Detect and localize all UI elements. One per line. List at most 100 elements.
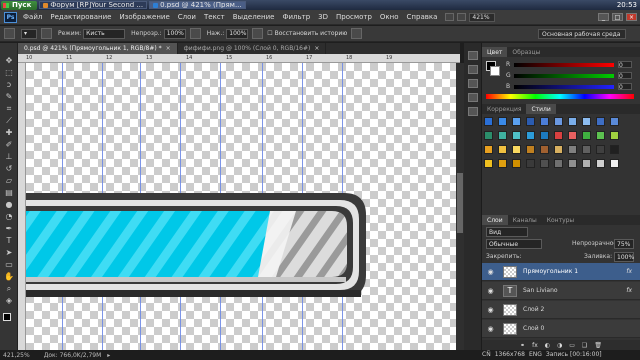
brush-tool-icon[interactable]: ✐	[3, 139, 15, 150]
style-swatch[interactable]	[596, 131, 605, 140]
style-swatch[interactable]	[512, 117, 521, 126]
close-icon[interactable]: ×	[166, 45, 171, 52]
style-swatch[interactable]	[610, 159, 619, 168]
style-swatch[interactable]	[582, 131, 591, 140]
blue-value[interactable]: 0	[618, 83, 632, 91]
menu-window[interactable]: Окно	[380, 13, 399, 21]
tab-channels[interactable]: Каналы	[508, 215, 542, 225]
3d-tool-icon[interactable]: ◈	[3, 295, 15, 306]
style-swatch[interactable]	[582, 145, 591, 154]
green-value[interactable]: 0	[618, 72, 632, 80]
menu-edit[interactable]: Редактирование	[50, 13, 111, 21]
menu-image[interactable]: Изображение	[119, 13, 169, 21]
blur-tool-icon[interactable]: ●	[3, 199, 15, 210]
opacity-field[interactable]: 100%	[163, 28, 186, 39]
type-tool-icon[interactable]: T	[3, 235, 15, 246]
document-canvas[interactable]	[26, 63, 456, 350]
style-swatch[interactable]	[568, 159, 577, 168]
zoom-tool-icon[interactable]: ⌕	[3, 283, 15, 294]
dodge-tool-icon[interactable]: ◔	[3, 211, 15, 222]
move-tool-icon[interactable]: ✥	[3, 55, 15, 66]
minibridge-icon[interactable]	[457, 13, 467, 21]
style-swatch[interactable]	[568, 145, 577, 154]
tab-layers[interactable]: Слои	[482, 215, 508, 225]
menu-select[interactable]: Выделение	[233, 13, 275, 21]
history-brush-tool-icon[interactable]: ↺	[3, 163, 15, 174]
new-layer-icon[interactable]: ❑	[582, 342, 587, 349]
style-swatch[interactable]	[526, 117, 535, 126]
status-arrow-icon[interactable]: ▸	[107, 352, 110, 359]
workspace-select[interactable]: Основная рабочая среда	[538, 29, 626, 39]
history-panel-icon[interactable]	[468, 51, 478, 60]
restore-history-checkbox[interactable]: ☐	[267, 30, 272, 37]
visibility-eye-icon[interactable]: ◉	[486, 286, 495, 295]
style-swatch[interactable]	[554, 117, 563, 126]
visibility-eye-icon[interactable]: ◉	[486, 324, 495, 333]
style-swatch[interactable]	[554, 159, 563, 168]
layer-row[interactable]: ◉ Слой 0	[482, 320, 640, 338]
new-group-icon[interactable]: ▭	[569, 342, 575, 349]
style-swatch[interactable]	[540, 159, 549, 168]
style-swatch[interactable]	[596, 145, 605, 154]
hand-tool-icon[interactable]: ✋	[3, 271, 15, 282]
style-swatch[interactable]	[498, 131, 507, 140]
properties-panel-icon[interactable]	[468, 65, 478, 74]
menu-view[interactable]: Просмотр	[336, 13, 372, 21]
style-swatch[interactable]	[498, 117, 507, 126]
pen-tool-icon[interactable]: ✒	[3, 223, 15, 234]
taskbar-item-photoshop[interactable]: 0.psd @ 421% (Прям...	[149, 1, 246, 9]
style-swatch[interactable]	[484, 117, 493, 126]
style-swatch[interactable]	[512, 131, 521, 140]
style-swatch[interactable]	[554, 131, 563, 140]
crop-tool-icon[interactable]: ⌗	[3, 103, 15, 114]
layer-opacity-field[interactable]: 75%	[614, 239, 634, 249]
color-spectrum-bar[interactable]	[486, 94, 634, 99]
tab-adjustments[interactable]: Коррекция	[482, 104, 526, 114]
mode-select[interactable]: Кисть	[83, 28, 126, 39]
style-swatch[interactable]	[582, 159, 591, 168]
delete-layer-icon[interactable]: 🗑	[594, 342, 602, 349]
fx-icon[interactable]: fx	[626, 287, 632, 294]
pressure-opacity-icon[interactable]	[189, 28, 201, 39]
zoom-select[interactable]: 421%	[469, 12, 496, 22]
style-swatch[interactable]	[498, 159, 507, 168]
brush-size-picker[interactable]: ▾	[21, 28, 37, 39]
green-slider[interactable]	[514, 73, 614, 78]
fx-icon[interactable]: fx	[626, 268, 632, 275]
vertical-scrollbar[interactable]	[456, 63, 464, 350]
history-brush-tool-icon[interactable]	[4, 28, 15, 39]
layer-row[interactable]: ◉ T San Liviano fx	[482, 282, 640, 300]
path-select-tool-icon[interactable]: ➤	[3, 247, 15, 258]
clone-stamp-tool-icon[interactable]: ⊥	[3, 151, 15, 162]
tablet-pressure-size-icon[interactable]	[351, 28, 363, 39]
shape-tool-icon[interactable]: ▭	[3, 259, 15, 270]
style-swatch[interactable]	[540, 145, 549, 154]
pressure-field[interactable]: 100%	[226, 28, 249, 39]
blend-mode-select[interactable]: Обычные	[486, 239, 542, 249]
minimize-button[interactable]: _	[598, 13, 609, 21]
style-swatch[interactable]	[610, 145, 619, 154]
visibility-eye-icon[interactable]: ◉	[486, 267, 495, 276]
adjustment-layer-icon[interactable]: ◑	[557, 342, 562, 349]
menu-layers[interactable]: Слои	[178, 13, 196, 21]
eyedropper-tool-icon[interactable]: ⟋	[3, 115, 15, 126]
quick-select-tool-icon[interactable]: ✎	[3, 91, 15, 102]
tab-paths[interactable]: Контуры	[542, 215, 579, 225]
menu-3d[interactable]: 3D	[318, 13, 328, 21]
red-value[interactable]: 0	[618, 61, 632, 69]
maximize-button[interactable]: □	[612, 13, 623, 21]
actions-panel-icon[interactable]	[468, 79, 478, 88]
brush-panel-icon[interactable]	[41, 28, 52, 39]
layer-row[interactable]: ◉ Слой 2	[482, 301, 640, 319]
style-swatch[interactable]	[582, 117, 591, 126]
color-panel-background[interactable]	[490, 66, 500, 76]
style-swatch[interactable]	[540, 117, 549, 126]
visibility-eye-icon[interactable]: ◉	[486, 305, 495, 314]
zoom-readout[interactable]: 421,25%	[3, 352, 30, 359]
style-swatch[interactable]	[568, 117, 577, 126]
style-swatch[interactable]	[526, 131, 535, 140]
tab-0-psd[interactable]: 0.psd @ 421% (Прямоугольник 1, RGB/8#) *…	[18, 43, 178, 54]
style-swatch[interactable]	[596, 159, 605, 168]
style-swatch[interactable]	[596, 117, 605, 126]
style-swatch[interactable]	[484, 159, 493, 168]
